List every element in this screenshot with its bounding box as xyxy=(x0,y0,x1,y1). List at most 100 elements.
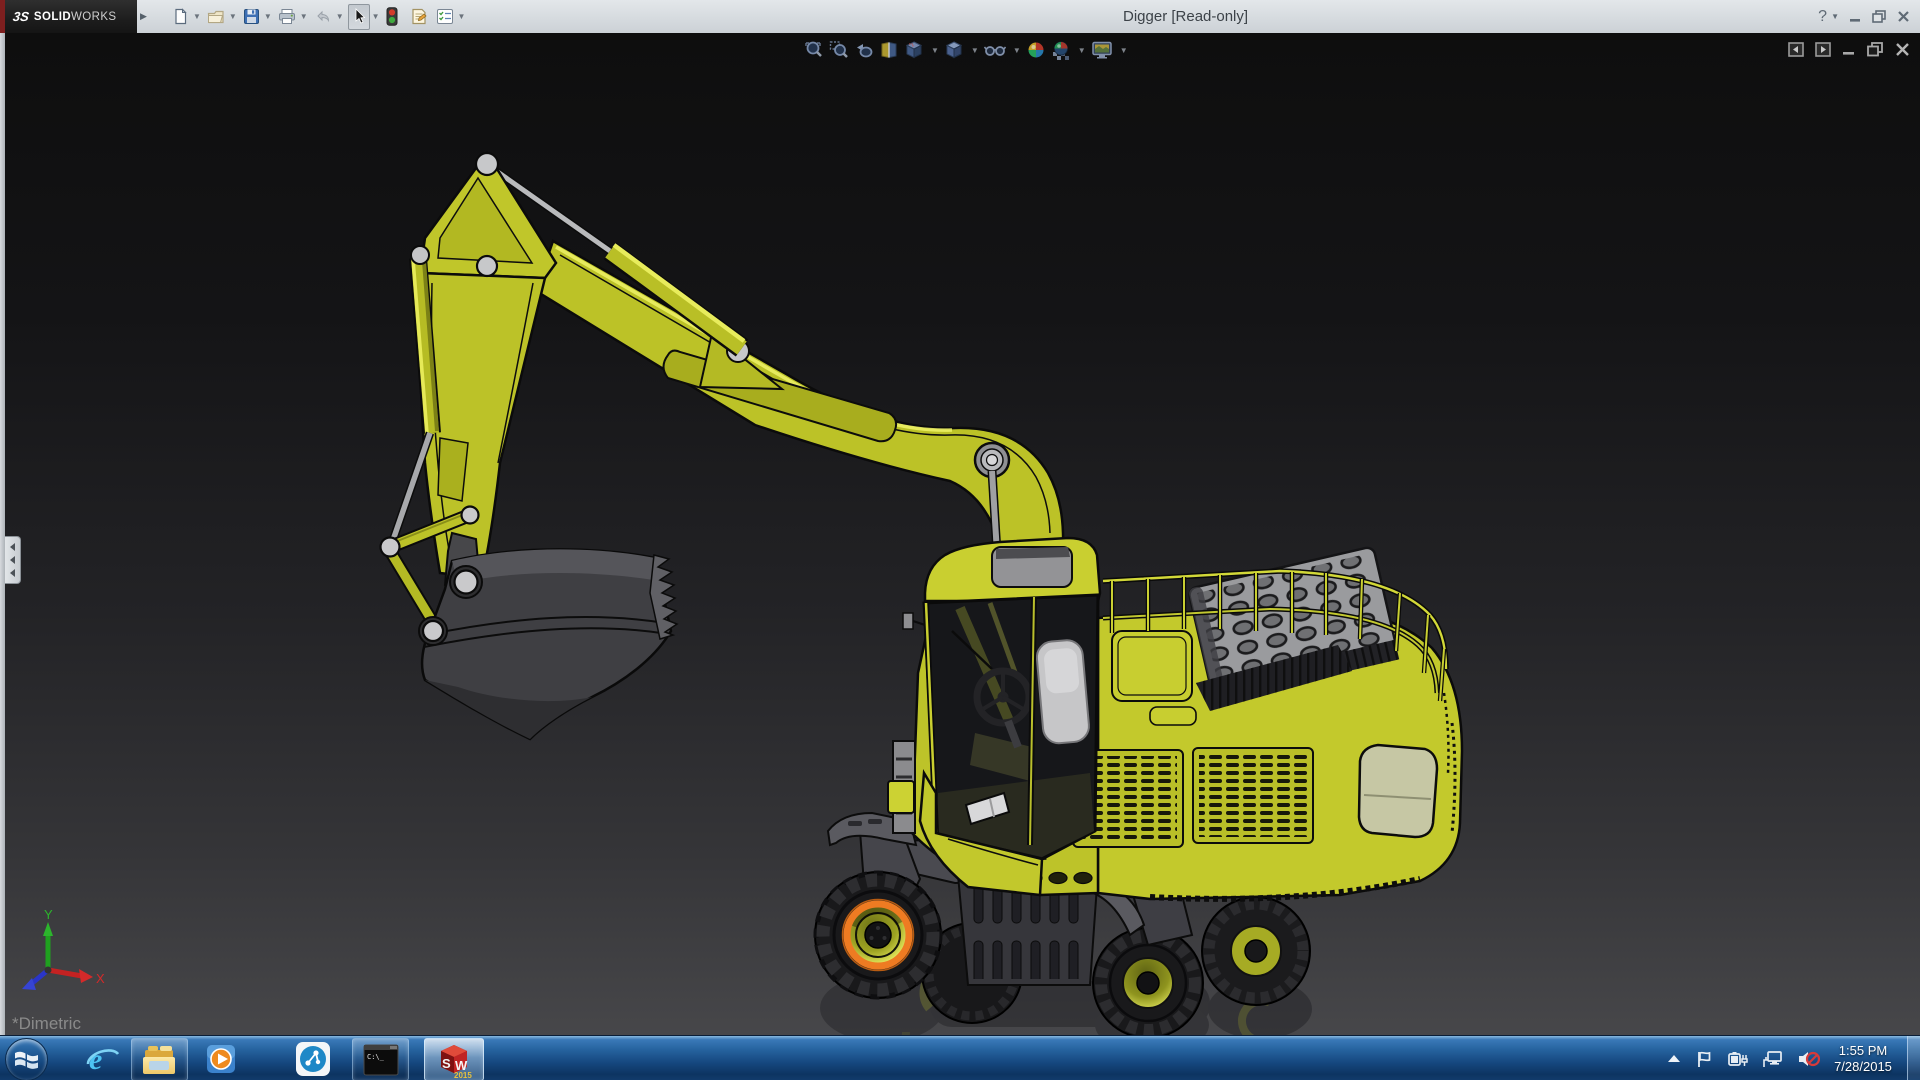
window-title: Digger [Read-only] xyxy=(1123,8,1249,25)
show-hidden-icons-button[interactable] xyxy=(1667,1054,1681,1064)
apply-scene-dropdown[interactable]: ▼ xyxy=(1078,46,1086,55)
zoom-to-area-icon xyxy=(829,41,848,58)
taskbar-app-hub[interactable] xyxy=(286,1038,340,1079)
hide-show-dropdown[interactable]: ▼ xyxy=(1013,46,1021,55)
apply-scene-button[interactable] xyxy=(1051,40,1071,60)
solidworks-window: 3S SOLID WORKS ▶ ▼ ▼ ▼ ▼ ▼ ▼ ▼ Digger [R… xyxy=(0,0,1920,1080)
power-battery-icon[interactable] xyxy=(1728,1051,1748,1067)
deck-hatch xyxy=(1111,630,1193,702)
open-folder-icon xyxy=(207,10,224,24)
brand-bold: SOLID xyxy=(33,10,72,23)
open-button[interactable] xyxy=(205,4,227,30)
view-settings-button[interactable] xyxy=(1091,40,1113,60)
taskbar-internet-explorer[interactable]: e xyxy=(80,1038,126,1079)
doc-restore-button[interactable] xyxy=(1867,42,1884,57)
view-orientation-dropdown[interactable]: ▼ xyxy=(931,46,939,55)
taskbar-clock[interactable]: 1:55 PM 7/28/2015 xyxy=(1824,1036,1902,1080)
doc-tile-right-button[interactable] xyxy=(1815,42,1831,57)
minimize-button[interactable] xyxy=(1849,11,1862,23)
brand-light: WORKS xyxy=(71,10,117,23)
undo-dropdown[interactable]: ▼ xyxy=(336,12,344,21)
folder-icon xyxy=(142,1043,178,1077)
model-digger[interactable]: Y X xyxy=(0,33,1920,1035)
new-button[interactable] xyxy=(170,4,191,30)
restore-button[interactable] xyxy=(1872,10,1887,23)
doc-minimize-button[interactable] xyxy=(1842,42,1856,57)
boom-assembly[interactable] xyxy=(489,164,1066,587)
print-dropdown[interactable]: ▼ xyxy=(300,12,308,21)
close-button[interactable] xyxy=(1897,10,1910,23)
zoom-to-area-button[interactable] xyxy=(829,40,849,60)
doc-tile-left-button[interactable] xyxy=(1788,42,1804,57)
taskbar: e C:\_ S W 2015 1:55 PM 7/28/2015 xyxy=(0,1035,1920,1080)
app-hub-icon xyxy=(296,1041,330,1076)
windows-flag-icon xyxy=(15,1051,38,1069)
taskbar-windows-explorer[interactable] xyxy=(131,1038,188,1080)
appearance-sphere-icon xyxy=(1027,42,1044,58)
media-player-icon xyxy=(207,1044,235,1073)
zoom-to-fit-button[interactable] xyxy=(804,40,824,60)
view-orientation-label: *Dimetric xyxy=(12,1014,81,1033)
menu-expand-chevron[interactable]: ▶ xyxy=(137,0,150,33)
sw-letter-s: S xyxy=(442,1056,451,1071)
scene-sphere-icon xyxy=(1052,41,1069,60)
previous-view-icon xyxy=(857,44,873,58)
network-icon[interactable] xyxy=(1763,1050,1783,1068)
featuremanager-collapse-tab[interactable] xyxy=(5,536,21,584)
edit-appearance-button[interactable] xyxy=(1026,40,1046,60)
options-icon xyxy=(436,9,453,24)
save-dropdown[interactable]: ▼ xyxy=(264,12,272,21)
options-button[interactable] xyxy=(434,4,456,30)
help-button[interactable]: ? xyxy=(1818,8,1827,26)
cmd-prompt-text: C:\_ xyxy=(367,1053,385,1061)
title-bar: 3S SOLID WORKS ▶ ▼ ▼ ▼ ▼ ▼ ▼ ▼ Digger [R… xyxy=(0,0,1920,34)
open-dropdown[interactable]: ▼ xyxy=(229,12,237,21)
doc-close-button[interactable] xyxy=(1895,42,1910,57)
section-view-button[interactable] xyxy=(879,40,899,60)
wheel-front-selected[interactable] xyxy=(813,870,943,1000)
options-dropdown[interactable]: ▼ xyxy=(458,12,466,21)
side-grille-panels xyxy=(1072,747,1314,848)
display-style-button[interactable] xyxy=(944,40,964,60)
collapse-arrow-icon xyxy=(10,556,15,564)
triad-x-label: X xyxy=(96,971,105,986)
start-button[interactable] xyxy=(5,1038,48,1080)
section-view-icon xyxy=(881,41,897,59)
help-dropdown[interactable]: ▼ xyxy=(1831,12,1839,21)
save-floppy-icon xyxy=(243,9,259,24)
graphics-area[interactable]: Y X ▼ ▼ ▼ ▼ ▼ *Dimetric xyxy=(0,33,1920,1035)
new-document-icon xyxy=(175,8,187,25)
wheel-rear-far[interactable] xyxy=(1201,896,1311,1006)
taskbar-media-player[interactable] xyxy=(196,1038,246,1079)
internet-explorer-icon: e xyxy=(86,1043,120,1076)
rebuild-button[interactable] xyxy=(384,4,400,30)
display-style-dropdown[interactable]: ▼ xyxy=(971,46,979,55)
previous-view-button[interactable] xyxy=(854,40,874,60)
svg-text:e: e xyxy=(89,1043,102,1076)
new-dropdown[interactable]: ▼ xyxy=(193,12,201,21)
triad-y-label: Y xyxy=(44,907,53,922)
volume-muted-icon[interactable] xyxy=(1798,1050,1820,1068)
print-button[interactable] xyxy=(276,4,298,30)
select-button[interactable] xyxy=(347,3,370,30)
hide-show-items-button[interactable] xyxy=(983,40,1006,60)
action-center-flag-icon[interactable] xyxy=(1696,1051,1713,1068)
view-orientation-button[interactable] xyxy=(904,40,924,60)
collapse-arrow-icon xyxy=(10,543,15,551)
select-dropdown[interactable]: ▼ xyxy=(372,12,380,21)
system-tray xyxy=(1667,1037,1820,1080)
window-controls: ? ▼ xyxy=(1818,0,1910,33)
file-properties-button[interactable] xyxy=(408,4,430,30)
solidworks-2015-icon: S W 2015 xyxy=(441,1044,472,1079)
featuremanager-splitter[interactable] xyxy=(0,33,5,1035)
cab[interactable] xyxy=(902,536,1102,897)
solidworks-logo: 3S SOLID WORKS xyxy=(5,0,137,33)
view-settings-dropdown[interactable]: ▼ xyxy=(1120,46,1128,55)
taskbar-command-prompt[interactable]: C:\_ xyxy=(352,1038,409,1080)
undo-button[interactable] xyxy=(312,4,334,30)
glasses-icon xyxy=(983,46,1006,56)
bucket[interactable] xyxy=(418,531,679,741)
show-desktop-button[interactable] xyxy=(1907,1036,1920,1080)
taskbar-solidworks[interactable]: S W 2015 xyxy=(424,1038,484,1080)
save-button[interactable] xyxy=(241,4,262,30)
